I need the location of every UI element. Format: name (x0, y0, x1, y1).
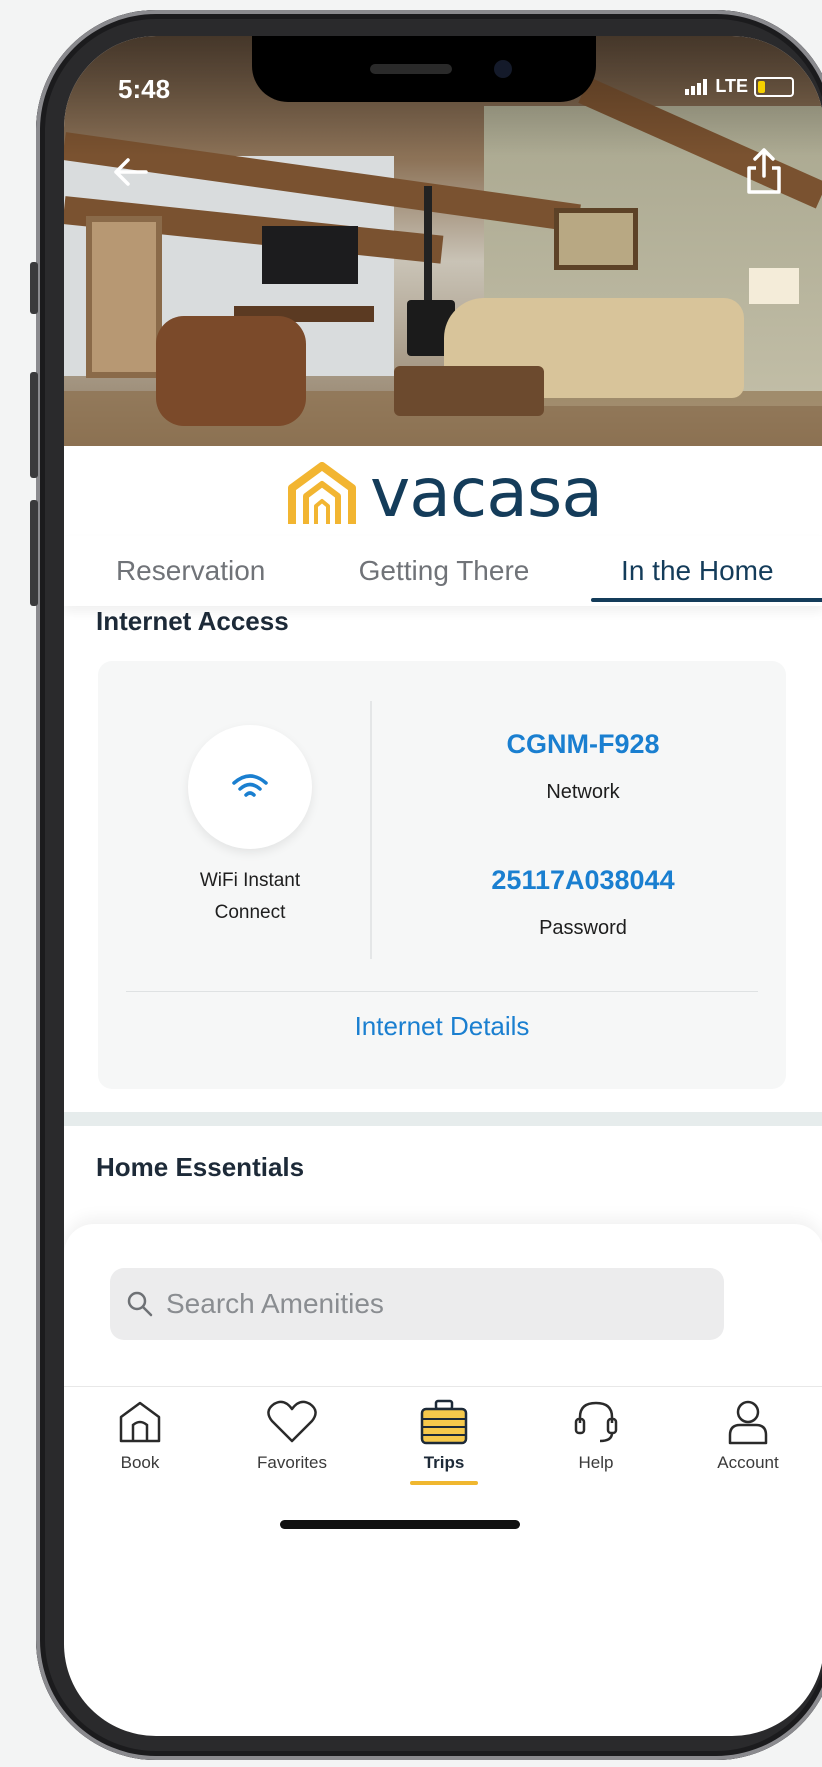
nav-book-label: Book (120, 1453, 160, 1472)
wifi-icon (232, 774, 268, 797)
notch (252, 36, 596, 102)
home-essentials-title: Home Essentials (96, 1152, 305, 1182)
heart-icon (267, 1400, 317, 1443)
horizontal-divider (126, 991, 758, 992)
signal-icon (685, 78, 708, 95)
nav-account-label: Account (717, 1453, 779, 1472)
battery-icon (754, 76, 794, 97)
tab-bar: Reservation Getting There In the Home (64, 536, 822, 606)
wifi-instant-connect-label: WiFi Instant Connect (138, 865, 362, 929)
house-icon (119, 1401, 161, 1443)
vacasa-logo: vacasa (64, 454, 822, 533)
tab-in-the-home[interactable]: In the Home (571, 536, 822, 606)
person-icon (728, 1400, 768, 1445)
internet-access-title: Internet Access (96, 606, 289, 636)
search-placeholder: Search Amenities (166, 1288, 384, 1319)
volume-up-button (30, 372, 38, 478)
bottom-nav: Book Favorites Trips Help Account (64, 1386, 822, 1487)
arrow-left-icon (114, 158, 148, 186)
nav-favorites-label: Favorites (257, 1453, 327, 1472)
network-label: Network (546, 781, 620, 803)
tab-getting-there[interactable]: Getting There (317, 536, 570, 606)
section-separator (64, 1112, 822, 1126)
mute-switch (30, 262, 38, 314)
nav-book[interactable]: Book (64, 1387, 216, 1487)
tab-reservation[interactable]: Reservation (64, 536, 317, 606)
wifi-label-line2: Connect (214, 902, 286, 923)
wifi-label-line1: WiFi Instant (199, 870, 301, 891)
vertical-divider (370, 701, 372, 959)
wifi-instant-connect-button[interactable] (188, 725, 312, 849)
search-amenities-input[interactable]: Search Amenities (110, 1268, 724, 1340)
headset-icon (574, 1401, 618, 1443)
nav-trips-label: Trips (423, 1453, 465, 1472)
nav-trips[interactable]: Trips (368, 1387, 520, 1487)
back-button[interactable] (110, 152, 150, 200)
status-indicators: LTE (685, 76, 794, 97)
nav-help[interactable]: Help (520, 1387, 672, 1487)
password-label: Password (539, 917, 627, 939)
share-icon (747, 148, 781, 194)
share-button[interactable] (744, 146, 784, 196)
internet-details-link[interactable]: Internet Details (98, 1011, 786, 1042)
brand-name: vacasa (369, 454, 603, 533)
carrier-label: LTE (715, 76, 748, 96)
volume-down-button (30, 500, 38, 606)
network-name[interactable]: CGNM-F928 (398, 729, 768, 760)
wifi-password[interactable]: 25117A038044 (398, 865, 768, 896)
status-time: 5:48 (118, 74, 171, 104)
nav-help-label: Help (578, 1453, 614, 1472)
search-icon (127, 1291, 153, 1317)
screen: 5:48 LTE vacasa Reservation Getting Ther… (64, 36, 822, 1736)
internet-card: WiFi Instant Connect CGNM-F928 Network 2… (98, 661, 786, 1089)
nav-account[interactable]: Account (672, 1387, 822, 1487)
nav-favorites[interactable]: Favorites (216, 1387, 368, 1487)
suitcase-icon (420, 1399, 468, 1445)
home-indicator (280, 1520, 520, 1529)
house-logo-icon (287, 461, 356, 524)
